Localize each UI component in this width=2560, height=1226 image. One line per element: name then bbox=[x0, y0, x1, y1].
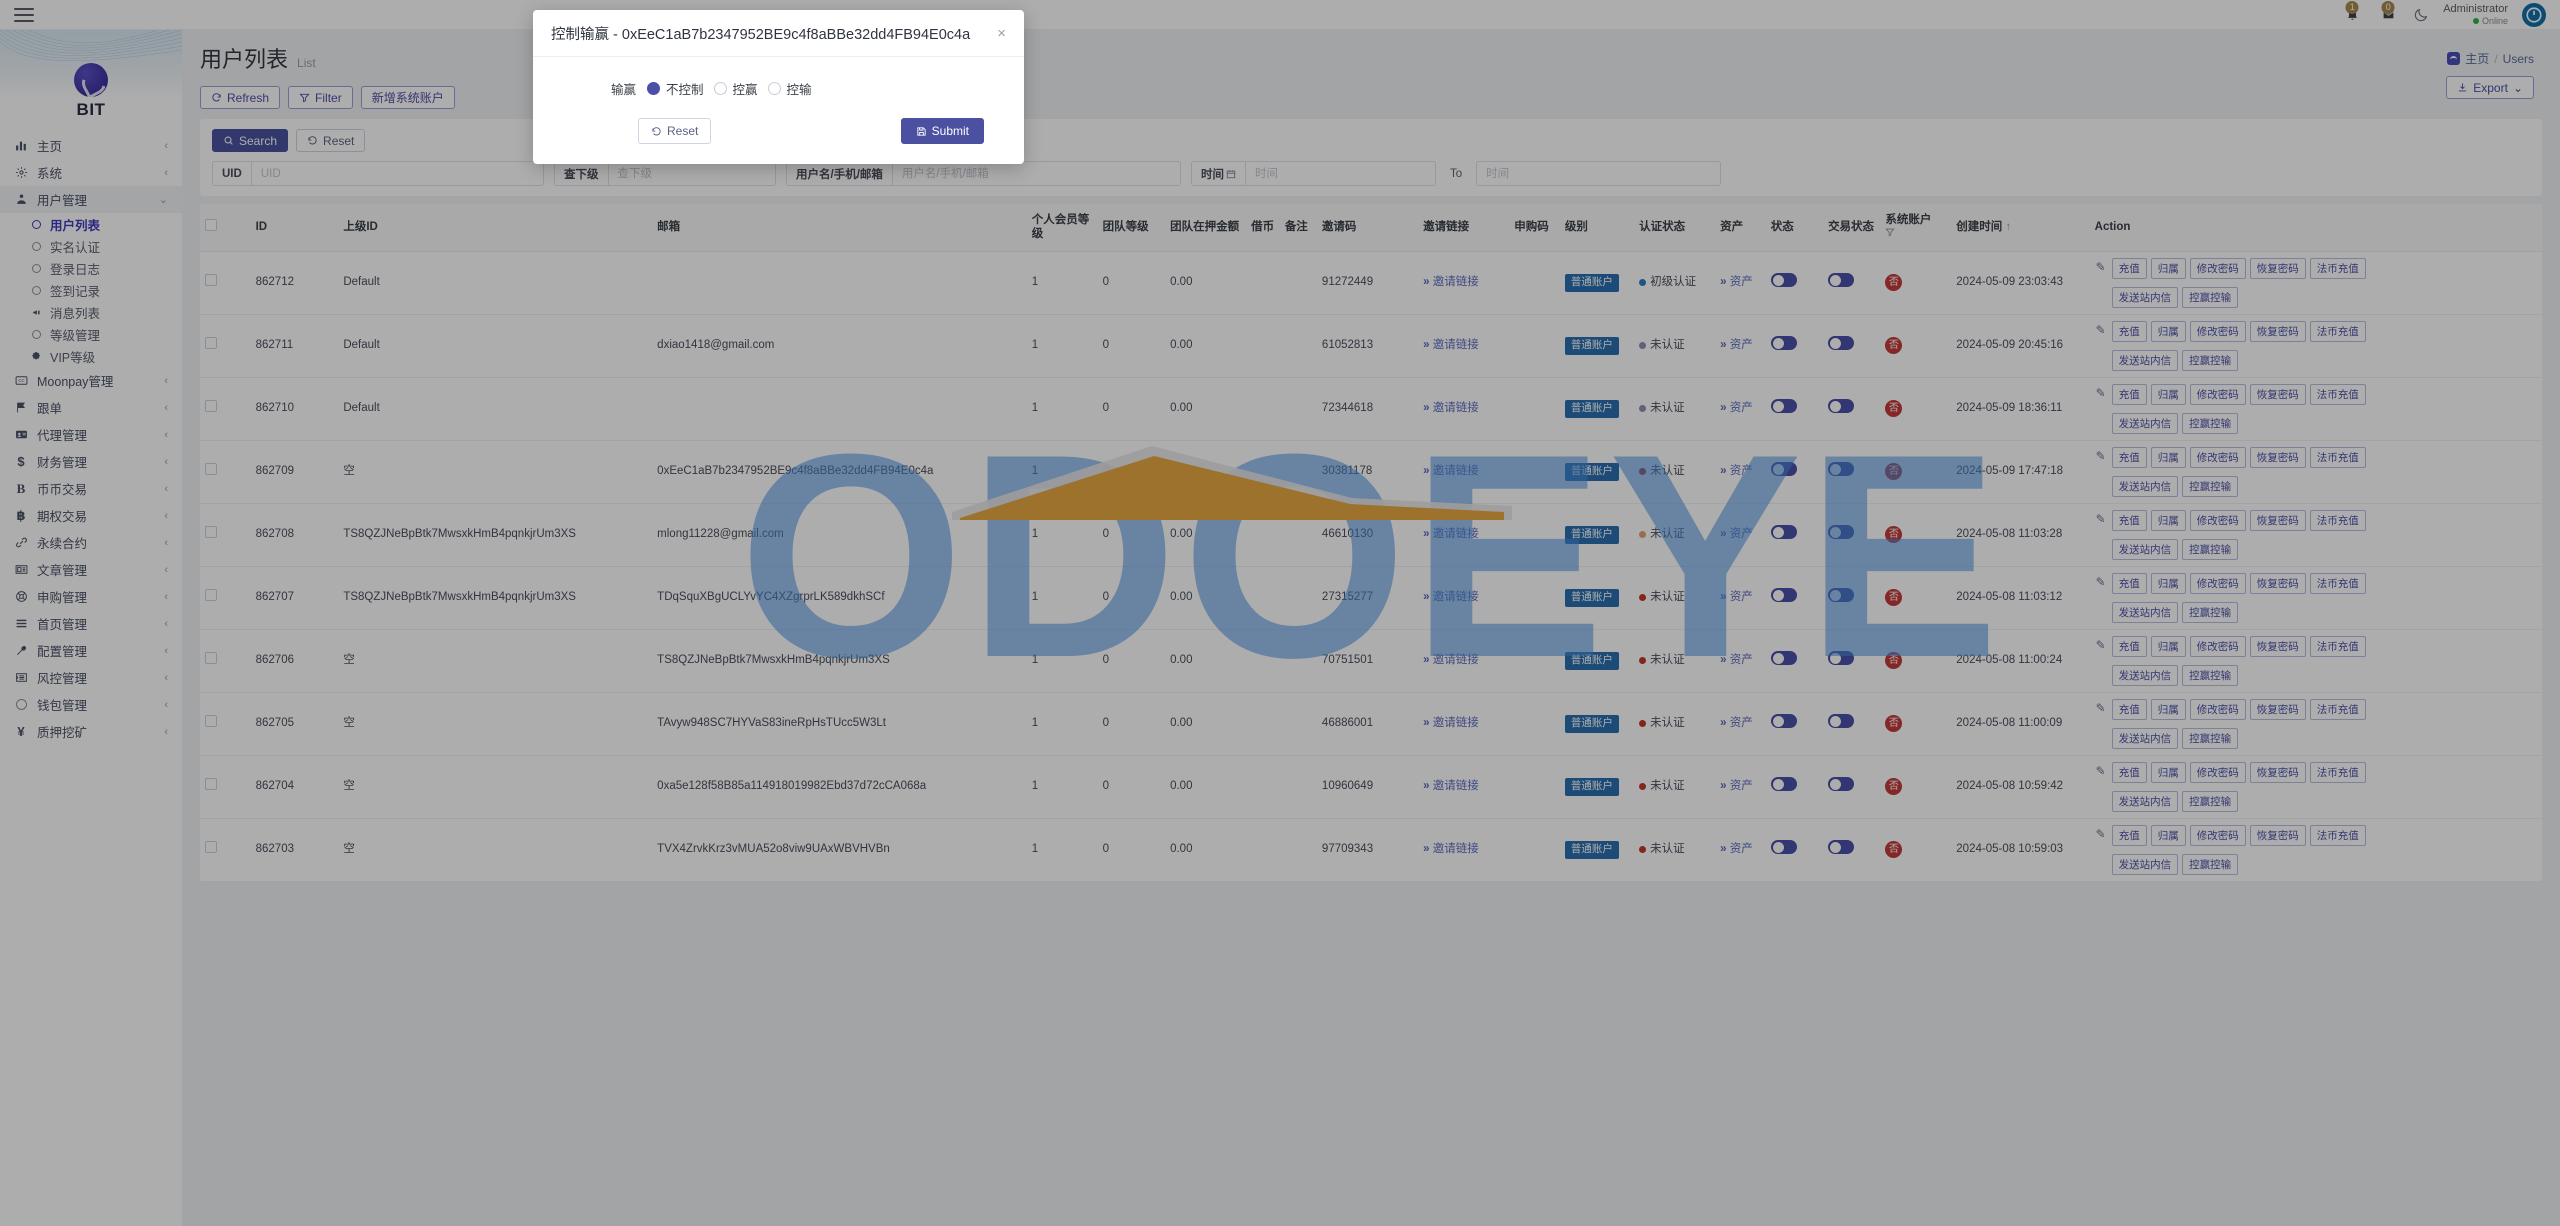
radio-option-no-control[interactable]: 不控制 bbox=[647, 79, 704, 98]
modal-reset-button[interactable]: Reset bbox=[638, 118, 712, 144]
modal-body: 输赢 不控制 控赢 控输 bbox=[533, 57, 1024, 108]
modal-mask[interactable] bbox=[0, 0, 2560, 1226]
radio-option-control-win[interactable]: 控赢 bbox=[713, 79, 758, 98]
winloss-field-label: 输赢 bbox=[611, 83, 637, 97]
save-icon bbox=[917, 126, 926, 136]
radio-option-label: 控输 bbox=[786, 83, 812, 97]
radio-option-label: 控赢 bbox=[732, 83, 758, 97]
radio-icon[interactable] bbox=[713, 82, 727, 95]
reset-icon bbox=[652, 126, 661, 135]
control-winloss-modal: 控制输赢 - 0xEeC1aB7b2347952BE9c4f8aBBe32dd4… bbox=[533, 10, 1024, 164]
modal-footer: Reset Submit bbox=[533, 108, 1024, 164]
modal-submit-label: Submit bbox=[931, 124, 969, 138]
close-icon[interactable]: × bbox=[997, 26, 1006, 41]
modal-header: 控制输赢 - 0xEeC1aB7b2347952BE9c4f8aBBe32dd4… bbox=[533, 10, 1024, 57]
radio-icon[interactable] bbox=[647, 82, 660, 95]
radio-option-label: 不控制 bbox=[666, 83, 704, 97]
modal-submit-button[interactable]: Submit bbox=[900, 118, 984, 144]
modal-reset-label: Reset bbox=[667, 124, 699, 138]
winloss-field: 输赢 不控制 控赢 控输 bbox=[551, 79, 1006, 98]
modal-title: 控制输赢 - 0xEeC1aB7b2347952BE9c4f8aBBe32dd4… bbox=[551, 27, 971, 43]
radio-icon[interactable] bbox=[767, 82, 781, 95]
radio-option-control-loss[interactable]: 控输 bbox=[767, 79, 812, 98]
